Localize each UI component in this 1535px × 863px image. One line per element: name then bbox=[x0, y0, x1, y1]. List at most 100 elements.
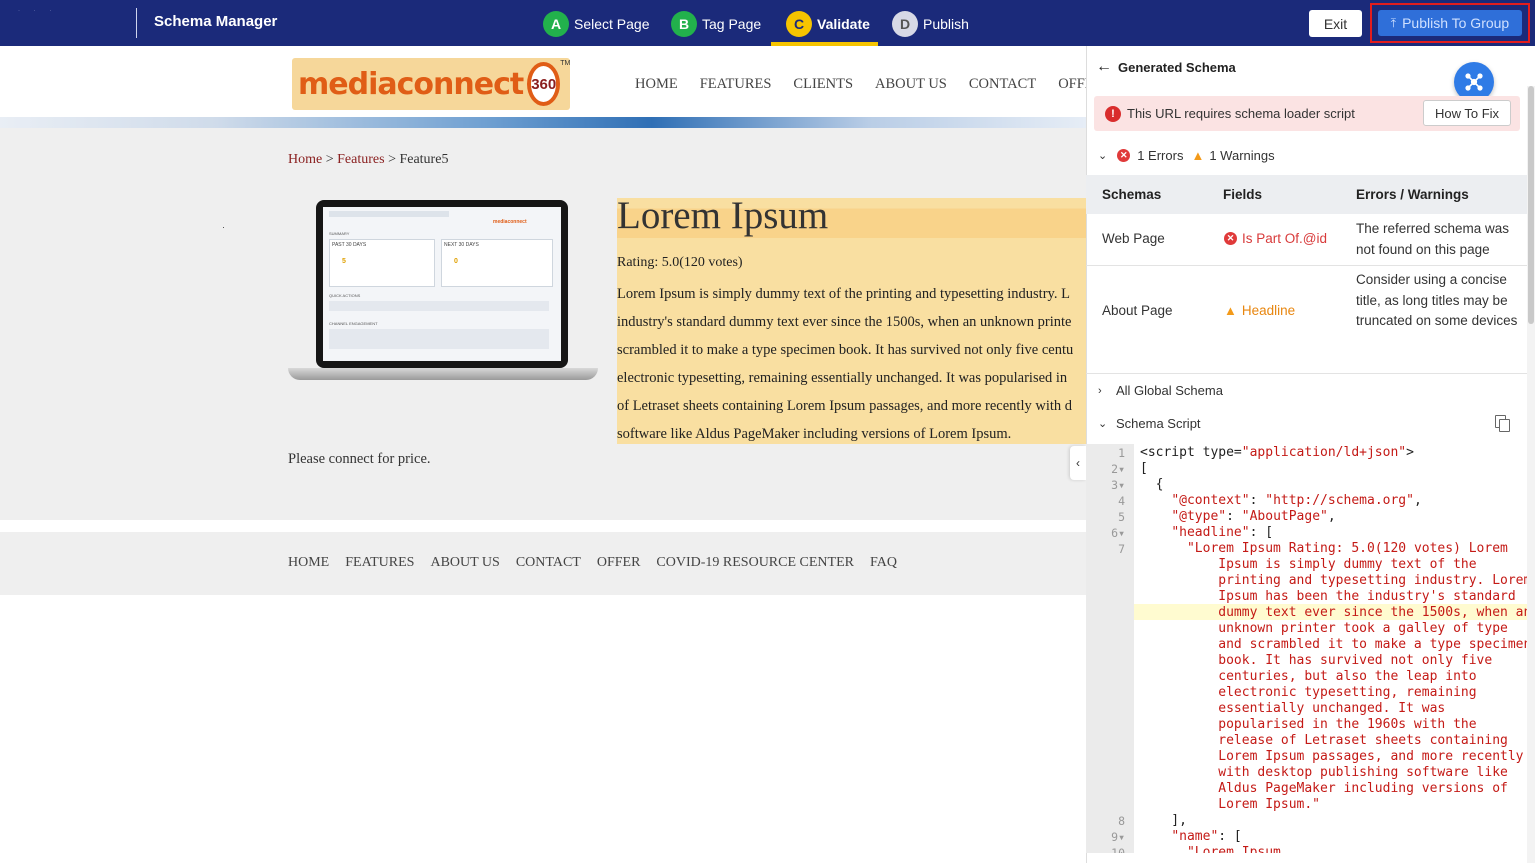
logo-tm: TM bbox=[560, 60, 571, 67]
error-count-icon: ✕ bbox=[1117, 149, 1131, 162]
dash-quick-bar bbox=[329, 301, 549, 311]
code-line: release of Letraset sheets containing bbox=[1140, 733, 1508, 748]
validation-summary[interactable]: ⌄ ✕ 1 Errors ▲ 1 Warnings bbox=[1098, 148, 1275, 163]
all-global-schema-label: All Global Schema bbox=[1116, 383, 1223, 398]
dash-next-label: NEXT 30 DAYS bbox=[444, 242, 479, 248]
breadcrumb-home[interactable]: Home bbox=[288, 152, 322, 167]
breadcrumb-current: > Feature5 bbox=[388, 152, 449, 167]
col-fields: Fields bbox=[1223, 187, 1263, 202]
site-logo[interactable]: mediaconnect 360 TM bbox=[292, 58, 570, 110]
price-note: Please connect for price. bbox=[288, 451, 431, 467]
col-schemas: Schemas bbox=[1102, 187, 1162, 202]
logo-text: mediaconnect bbox=[298, 66, 524, 102]
code-line: Ipsum is simply dummy text of the bbox=[1140, 557, 1477, 572]
footer-nav-faq[interactable]: FAQ bbox=[870, 555, 897, 571]
dash-next-card: NEXT 30 DAYS 0 bbox=[441, 239, 553, 287]
chevron-down-icon: ⌄ bbox=[1098, 150, 1108, 162]
code-line: ], bbox=[1140, 813, 1187, 828]
nav-clients[interactable]: CLIENTS bbox=[793, 76, 853, 93]
step-label: Select Page bbox=[574, 16, 650, 32]
footer-nav-covid[interactable]: COVID-19 RESOURCE CENTER bbox=[656, 555, 854, 571]
row-divider bbox=[1086, 373, 1527, 374]
back-arrow-icon[interactable]: ← bbox=[1096, 58, 1112, 76]
row-field[interactable]: ✕ Is Part Of.@id bbox=[1224, 231, 1327, 246]
warnings-count: 1 Warnings bbox=[1209, 148, 1275, 163]
step-validate[interactable]: C Validate bbox=[786, 11, 870, 37]
code-line: Ipsum has been the industry's standard bbox=[1140, 589, 1516, 604]
step-publish[interactable]: D Publish bbox=[892, 11, 969, 37]
title-separator bbox=[136, 8, 137, 38]
code-line: with desktop publishing software like bbox=[1140, 765, 1508, 780]
laptop-base bbox=[288, 368, 598, 380]
site-nav: HOME FEATURES CLIENTS ABOUT US CONTACT O… bbox=[635, 76, 1103, 93]
step-tag-page[interactable]: B Tag Page bbox=[671, 11, 761, 37]
chevron-left-icon: ‹ bbox=[1076, 456, 1080, 470]
line-number: 4 bbox=[1118, 494, 1125, 508]
collapse-panel-button[interactable]: ‹ bbox=[1070, 446, 1086, 480]
warning-icon: ▲ bbox=[1224, 303, 1237, 318]
description-line: of Letraset sheets containing Lorem Ipsu… bbox=[617, 398, 1073, 414]
footer-nav-offer[interactable]: OFFER bbox=[597, 555, 641, 571]
description-line: scrambled it to make a type specimen boo… bbox=[617, 342, 1074, 358]
schema-code-editor[interactable]: 1 <script type="application/ld+json"> 2▾ [… bbox=[1086, 444, 1527, 853]
code-line: printing and typesetting industry. Lorem bbox=[1140, 573, 1527, 588]
code-line: "@type": "AboutPage", bbox=[1171, 509, 1336, 524]
exit-button[interactable]: Exit bbox=[1309, 10, 1362, 37]
code-line: Lorem Ipsum." bbox=[1140, 797, 1321, 812]
description-line: software like Aldus PageMaker including … bbox=[617, 426, 1012, 442]
code-line: and scrambled it to make a type specimen bbox=[1140, 637, 1527, 652]
loader-script-alert: ! This URL requires schema loader script… bbox=[1094, 96, 1520, 131]
copy-icon[interactable] bbox=[1495, 415, 1510, 432]
step-select-page[interactable]: A Select Page bbox=[543, 11, 650, 37]
code-line: [ bbox=[1140, 461, 1148, 476]
row-field-label: Is Part Of.@id bbox=[1242, 231, 1327, 246]
code-line: "headline": [ bbox=[1171, 525, 1274, 540]
publish-to-group-button[interactable]: ⤒ Publish To Group bbox=[1378, 10, 1522, 36]
alert-error-icon: ! bbox=[1105, 105, 1121, 122]
line-number: 5 bbox=[1118, 510, 1125, 524]
line-number: 8 bbox=[1118, 814, 1125, 828]
step-label: Validate bbox=[817, 16, 870, 32]
alert-text: This URL requires schema loader script bbox=[1127, 106, 1355, 121]
col-errors-warnings: Errors / Warnings bbox=[1356, 187, 1469, 202]
row-field-label: Headline bbox=[1241, 303, 1296, 318]
breadcrumb: Home > Features > Feature5 bbox=[288, 152, 448, 168]
code-line: popularised in the 1960s with the bbox=[1140, 717, 1477, 732]
nav-about-us[interactable]: ABOUT US bbox=[875, 76, 947, 93]
footer-nav-contact[interactable]: CONTACT bbox=[516, 555, 581, 571]
nav-home[interactable]: HOME bbox=[635, 76, 678, 93]
nav-contact[interactable]: CONTACT bbox=[969, 76, 1036, 93]
dash-quick-actions: QUICK ACTIONS bbox=[329, 293, 361, 298]
dash-brand: mediaconnect bbox=[493, 219, 527, 225]
line-number: 6▾ bbox=[1111, 526, 1125, 540]
panel-scrollbar-thumb[interactable] bbox=[1528, 86, 1534, 324]
product-laptop-image: mediaconnect SUMMARY PAST 30 DAYS 5 NEXT… bbox=[288, 200, 598, 385]
description-line: Lorem Ipsum is simply dummy text of the … bbox=[617, 286, 1070, 302]
product-title: Lorem Ipsum bbox=[617, 193, 1086, 238]
breadcrumb-features[interactable]: Features bbox=[337, 152, 384, 167]
code-line: electronic typesetting, remaining bbox=[1140, 685, 1477, 700]
code-line: book. It has survived not only five bbox=[1140, 653, 1493, 668]
nav-features[interactable]: FEATURES bbox=[700, 76, 772, 93]
footer-nav-home[interactable]: HOME bbox=[288, 555, 329, 571]
code-line: "name": [ bbox=[1171, 829, 1242, 844]
footer-nav-about-us[interactable]: ABOUT US bbox=[430, 555, 499, 571]
chevron-right-icon: › bbox=[1098, 384, 1102, 397]
line-number: 9▾ bbox=[1111, 830, 1125, 844]
publish-to-group-label: Publish To Group bbox=[1402, 15, 1510, 31]
all-global-schema-toggle[interactable]: › All Global Schema bbox=[1098, 383, 1223, 398]
row-field[interactable]: ▲ Headline bbox=[1224, 303, 1295, 318]
how-to-fix-button[interactable]: How To Fix bbox=[1423, 100, 1511, 126]
dash-next-value: 0 bbox=[454, 258, 458, 265]
footer-nav-features[interactable]: FEATURES bbox=[345, 555, 414, 571]
code-line: Aldus PageMaker including versions of bbox=[1140, 781, 1508, 796]
breadcrumb-separator: > bbox=[325, 152, 334, 167]
schema-script-toggle[interactable]: ⌄ Schema Script bbox=[1098, 416, 1201, 431]
code-line: { bbox=[1140, 477, 1164, 492]
step-c-badge: C bbox=[786, 11, 812, 37]
line-number: 10 bbox=[1111, 846, 1125, 853]
line-number: 2▾ bbox=[1111, 462, 1125, 476]
line-number: 1 bbox=[1118, 446, 1125, 460]
code-line: "Lorem Ipsum Rating: 5.0(120 votes) Lore… bbox=[1186, 541, 1508, 556]
stray-dot bbox=[223, 227, 224, 228]
